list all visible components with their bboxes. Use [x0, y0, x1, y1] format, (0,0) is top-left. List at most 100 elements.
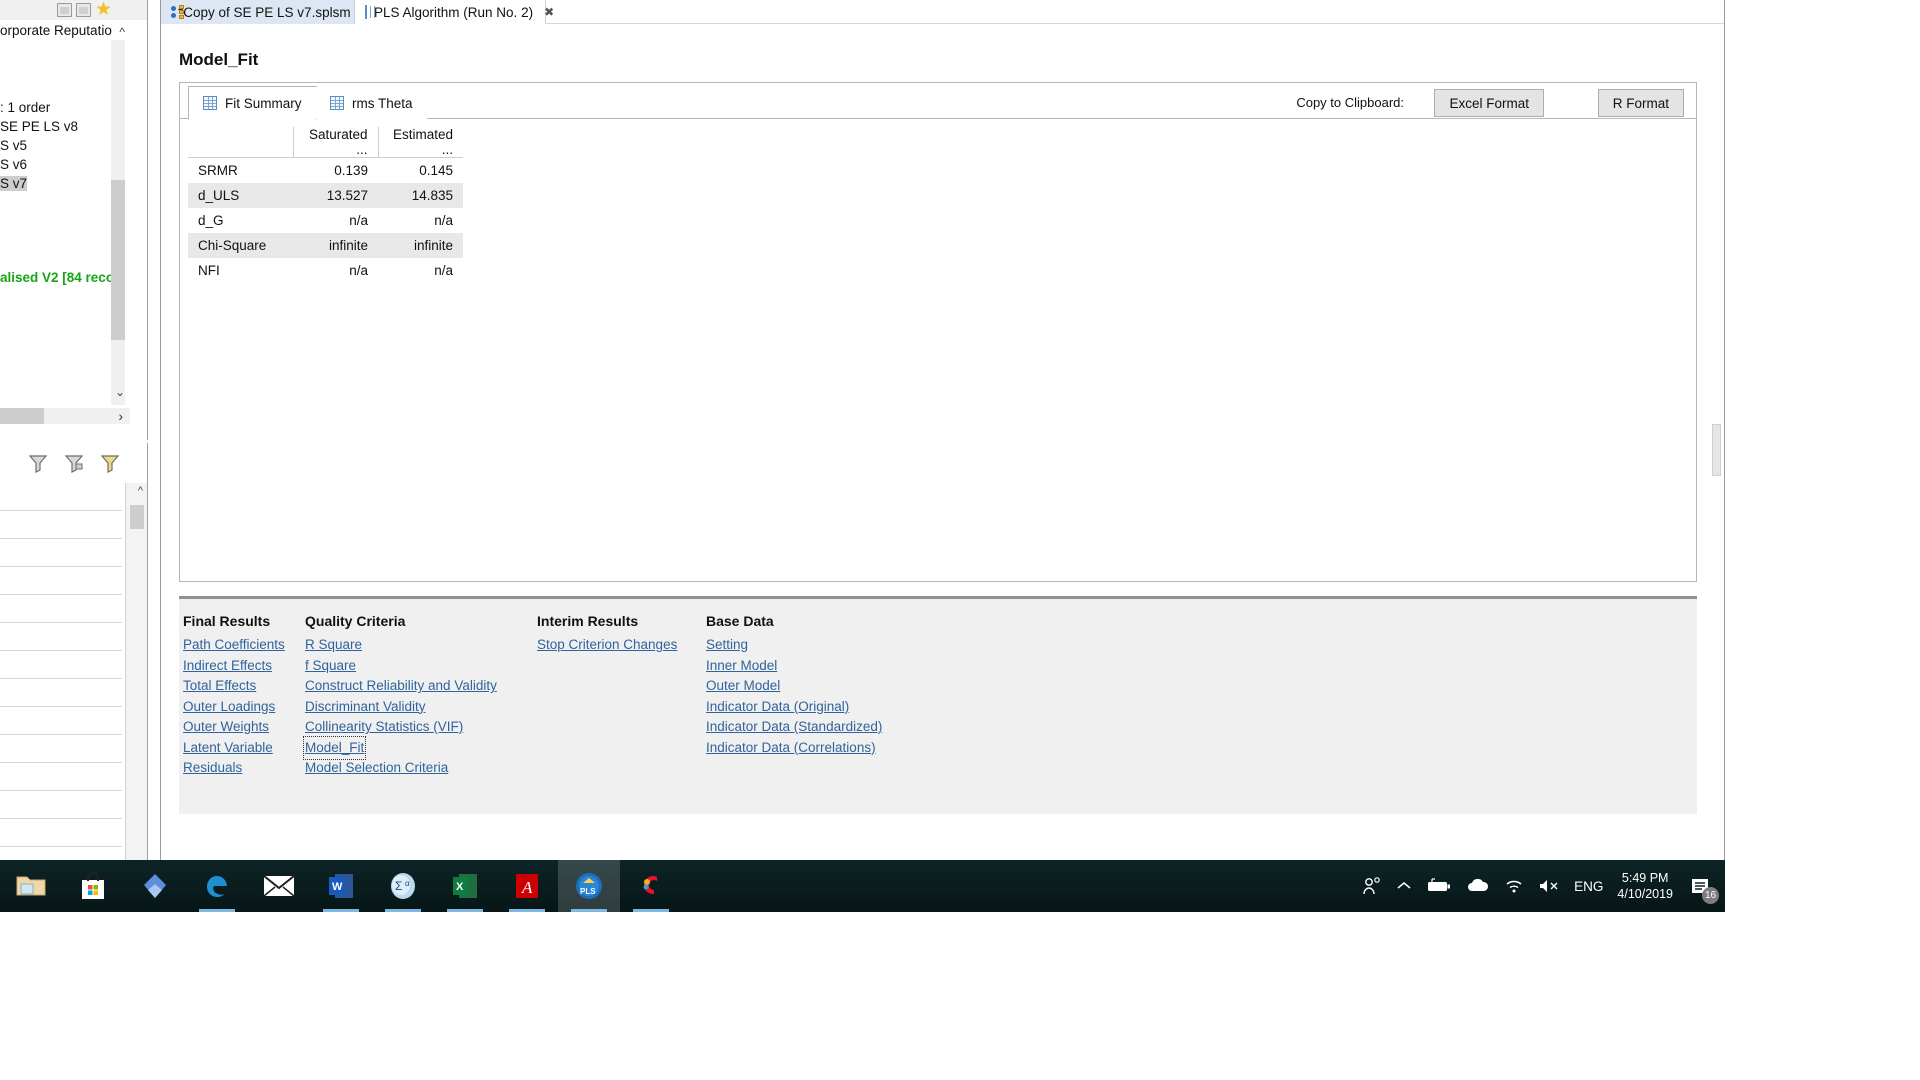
link-collinearity-statistics-vif[interactable]: Collinearity Statistics (VIF) [305, 717, 463, 738]
tab-fit-summary[interactable]: Fit Summary [188, 86, 317, 120]
table-row[interactable]: SRMR 0.139 0.145 [188, 158, 463, 183]
column-header-saturated[interactable]: Saturated ... [292, 127, 378, 158]
scrollbar-thumb[interactable] [0, 408, 44, 424]
taskbar-item-diamond-app[interactable] [124, 860, 186, 912]
scrollbar-thumb[interactable] [1712, 424, 1721, 476]
filter-icon-2[interactable] [64, 454, 84, 473]
filter-icon-1[interactable] [28, 454, 48, 473]
table-row[interactable] [0, 511, 122, 539]
table-row[interactable] [0, 791, 122, 819]
taskbar-item-word[interactable]: W [310, 860, 372, 912]
table-row[interactable] [0, 679, 122, 707]
taskbar-item-camtasia[interactable] [620, 860, 682, 912]
table-row[interactable] [0, 539, 122, 567]
link-f-square[interactable]: f Square [305, 656, 356, 677]
scroll-right-arrow-icon[interactable]: › [118, 408, 123, 424]
taskbar-item-edge-browser[interactable] [186, 860, 248, 912]
taskbar-item-microsoft-store[interactable] [62, 860, 124, 912]
table-header: Saturated ... Estimated ... [188, 127, 463, 158]
scrollbar-thumb[interactable] [130, 505, 144, 529]
link-indirect-effects[interactable]: Indirect Effects [183, 656, 272, 677]
running-indicator [199, 909, 235, 912]
close-icon[interactable]: ✖ [544, 5, 554, 19]
link-stop-criterion-changes[interactable]: Stop Criterion Changes [537, 635, 677, 656]
r-format-button[interactable]: R Format [1597, 89, 1684, 117]
link-path-coefficients[interactable]: Path Coefficients [183, 635, 285, 656]
list-item[interactable]: S v6 [0, 157, 27, 172]
grid-vertical-scrollbar[interactable]: ^ ⌄ [125, 483, 147, 888]
table-row[interactable] [0, 819, 122, 847]
tab-project-file[interactable]: *Copy of SE PE LS v7.splsm [161, 0, 354, 24]
link-indicator-data-original[interactable]: Indicator Data (Original) [706, 697, 849, 718]
chevron-up-icon[interactable] [1396, 880, 1412, 892]
taskbar-item-mail[interactable] [248, 860, 310, 912]
table-icon [203, 96, 217, 110]
column-header-estimated[interactable]: Estimated ... [377, 127, 463, 158]
filter-icon-3[interactable] [100, 454, 120, 473]
table-row[interactable] [0, 595, 122, 623]
taskbar-item-file-explorer[interactable] [0, 860, 62, 912]
link-discriminant-validity[interactable]: Discriminant Validity [305, 697, 426, 718]
notification-icon[interactable]: 16 [1687, 873, 1719, 904]
tab-rms-theta[interactable]: rms Theta [316, 87, 427, 119]
battery-charging-icon[interactable] [1426, 878, 1452, 894]
link-model-selection-criteria[interactable]: Model Selection Criteria [305, 758, 448, 779]
scroll-up-arrow-icon[interactable]: ^ [138, 485, 143, 497]
taskbar-item-spss[interactable]: Σ α [372, 860, 434, 912]
table-header-row: Saturated ... Estimated ... [188, 127, 463, 158]
list-item[interactable]: : 1 order [0, 100, 50, 115]
left-panel-horizontal-scrollbar[interactable] [0, 408, 130, 424]
panel-icon-2[interactable] [75, 3, 91, 17]
people-icon[interactable] [1362, 876, 1382, 896]
tab-pls-algorithm[interactable]: PLS Algorithm (Run No. 2) ✖ [354, 0, 554, 24]
table-row[interactable] [0, 763, 122, 791]
link-inner-model[interactable]: Inner Model [706, 656, 777, 677]
list-item[interactable]: SE PE LS v8 [0, 119, 78, 134]
main-vertical-scrollbar[interactable] [1708, 24, 1724, 876]
table-row[interactable]: d_G n/a n/a [188, 208, 463, 233]
link-r-square[interactable]: R Square [305, 635, 362, 656]
volume-muted-icon[interactable] [1538, 878, 1560, 894]
link-construct-reliability-and-validity[interactable]: Construct Reliability and Validity [305, 676, 497, 697]
link-outer-weights[interactable]: Outer Weights [183, 717, 269, 738]
favorite-star-icon[interactable]: ★ [95, 0, 112, 19]
page-title: Model_Fit [179, 50, 259, 69]
panel-icon-1[interactable] [56, 3, 72, 17]
taskbar-item-acrobat-reader[interactable]: A [496, 860, 558, 912]
link-outer-model[interactable]: Outer Model [706, 676, 780, 697]
table-row[interactable]: d_ULS 13.527 14.835 [188, 182, 463, 208]
link-outer-loadings[interactable]: Outer Loadings [183, 697, 275, 718]
list-item-selected[interactable]: S v7 [0, 176, 28, 191]
table-row[interactable] [0, 735, 122, 763]
chevron-up-icon[interactable]: ^ [119, 25, 125, 39]
table-row[interactable] [0, 567, 122, 595]
link-latent-variable[interactable]: Latent Variable [183, 738, 273, 759]
link-total-effects[interactable]: Total Effects [183, 676, 256, 697]
list-item[interactable]: S v5 [0, 138, 27, 153]
taskbar-item-excel[interactable]: X [434, 860, 496, 912]
table-row[interactable]: NFI n/a n/a [188, 258, 463, 283]
dataset-label[interactable]: alised V2 [84 reco [0, 270, 114, 285]
link-model-fit[interactable]: Model_Fit [302, 735, 367, 760]
table-row[interactable]: Chi-Square infinite infinite [188, 232, 463, 258]
link-setting[interactable]: Setting [706, 635, 748, 656]
cloud-icon[interactable] [1466, 878, 1490, 894]
link-residuals[interactable]: Residuals [183, 758, 242, 779]
link-indicator-data-standardized[interactable]: Indicator Data (Standardized) [706, 717, 882, 738]
table-row[interactable] [0, 483, 122, 511]
taskbar-item-smartpls[interactable]: PLS [558, 860, 620, 912]
spss-icon: Σ α [391, 873, 415, 899]
clock[interactable]: 5:49 PM 4/10/2019 [1617, 870, 1673, 902]
table-row[interactable] [0, 651, 122, 679]
wifi-icon[interactable] [1504, 878, 1524, 894]
link-column-quality-criteria: Quality Criteria R Square f Square Const… [302, 613, 497, 779]
link-indicator-data-correlations[interactable]: Indicator Data (Correlations) [706, 738, 876, 759]
left-panel-vertical-scrollbar[interactable] [111, 40, 125, 405]
language-indicator[interactable]: ENG [1574, 879, 1603, 894]
table-row[interactable] [0, 707, 122, 735]
scrollbar-thumb[interactable] [111, 180, 125, 340]
chevron-down-icon[interactable]: ⌄ [115, 385, 125, 399]
excel-format-button[interactable]: Excel Format [1434, 89, 1544, 117]
table-row[interactable] [0, 623, 122, 651]
column-header-blank[interactable] [188, 127, 293, 158]
